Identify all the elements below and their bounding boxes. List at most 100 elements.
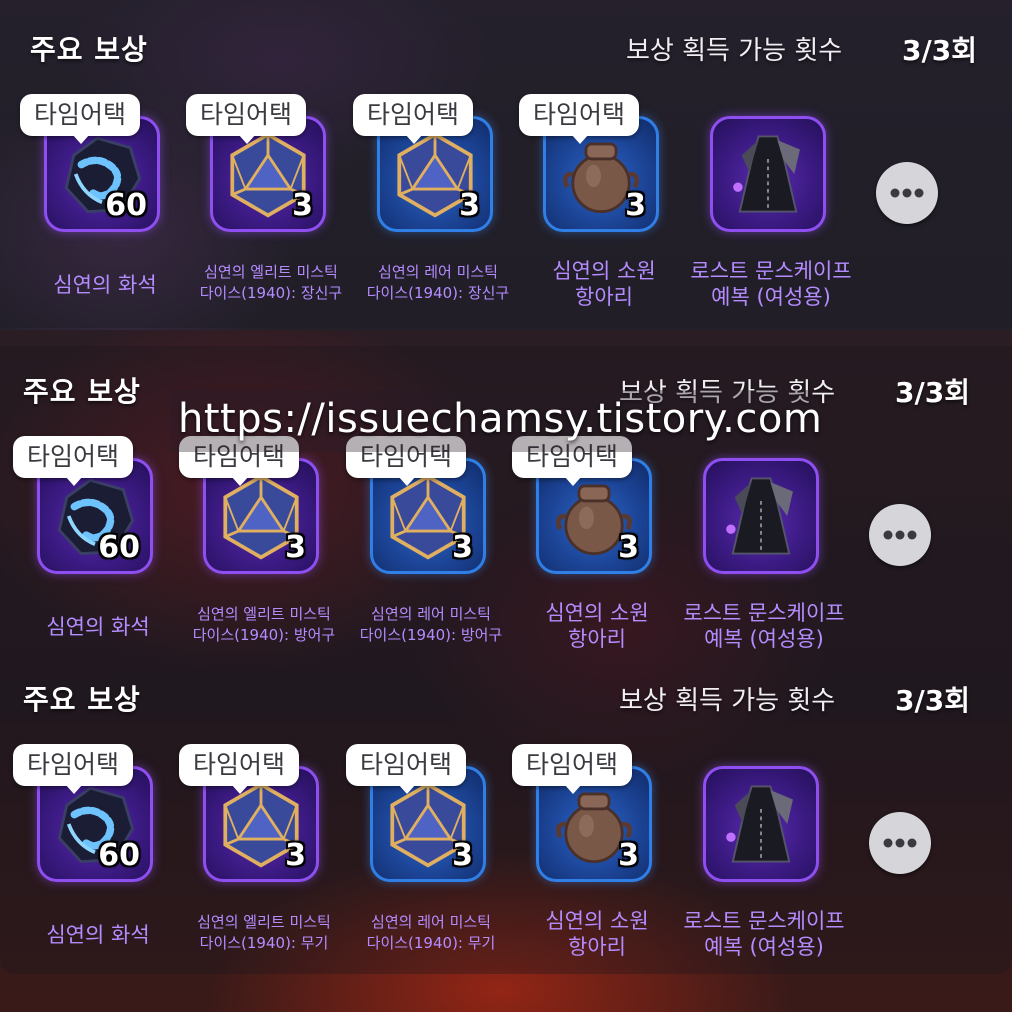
reward-name-line: 다이스(1940): 방어구: [192, 626, 336, 644]
reward-item[interactable]: 3 타임어택심연의 소원 항아리: [519, 94, 659, 309]
reward-quantity: 3: [285, 838, 306, 873]
reward-name-line: 항아리: [568, 627, 626, 651]
reward-name: 로스트 문스케이프 예복 (여성용): [686, 258, 856, 310]
reward-name-line: 심연의 화석: [46, 615, 150, 639]
reward-item[interactable]: 로스트 문스케이프 예복 (여성용): [679, 744, 845, 959]
time-attack-badge: 타임어택: [20, 94, 141, 136]
reward-item[interactable]: 60 타임어택심연의 화석: [20, 94, 160, 297]
reward-name-line: 다이스(1940): 장신구: [366, 284, 510, 302]
reward-name: 심연의 화석: [13, 614, 183, 640]
reward-name-line: 심연의 레어 미스틱: [371, 913, 491, 931]
reward-quantity: 3: [618, 530, 639, 565]
reward-quantity: 3: [292, 188, 313, 223]
reward-name-line: 예복 (여성용): [704, 627, 824, 651]
time-attack-badge: 타임어택: [519, 94, 640, 136]
badge-tail: [564, 784, 582, 794]
reward-name-line: 심연의 엘리트 미스틱: [204, 263, 338, 281]
badge-tail: [571, 134, 589, 144]
robe-icon: [726, 785, 793, 863]
reward-name-line: 심연의 소원: [545, 601, 649, 625]
badge-tail: [405, 134, 423, 144]
badge-tail: [72, 134, 90, 144]
more-rewards-button[interactable]: [869, 812, 931, 874]
reward-quantity: 3: [625, 188, 646, 223]
reward-item[interactable]: 3 타임어택 심연의 엘리트 미스틱 다이스(1940): 장신구: [186, 94, 342, 302]
reward-name-line: 예복 (여성용): [704, 935, 824, 959]
reward-item[interactable]: 3 타임어택 심연의 엘리트 미스틱 다이스(1940): 방어구: [179, 436, 335, 644]
reward-name-line: 예복 (여성용): [711, 285, 831, 309]
watermark-text: https://issuechamsy.tistory.com: [178, 396, 823, 442]
reward-name: 심연의 소원 항아리: [512, 908, 682, 960]
reward-icon-frame[interactable]: [703, 766, 819, 882]
reward-item[interactable]: 3 타임어택 심연의 레어 미스틱 다이스(1940): 방어구: [346, 436, 502, 644]
reward-item[interactable]: 로스트 문스케이프 예복 (여성용): [686, 94, 852, 309]
more-dots-icon: [883, 530, 917, 540]
reward-quantity: 60: [98, 530, 140, 565]
badge-tail: [564, 476, 582, 486]
reward-name: 로스트 문스케이프 예복 (여성용): [679, 908, 849, 960]
badge-tail: [65, 476, 83, 486]
reward-name-line: 심연의 소원: [552, 259, 656, 283]
more-dots-icon: [883, 838, 917, 848]
reward-item[interactable]: 60 타임어택심연의 화석: [13, 744, 153, 947]
reward-name: 심연의 레어 미스틱 다이스(1940): 방어구: [346, 604, 516, 646]
reward-quantity: 3: [285, 530, 306, 565]
badge-tail: [398, 476, 416, 486]
reward-quantity: 60: [105, 188, 147, 223]
badge-tail: [231, 476, 249, 486]
time-attack-badge: 타임어택: [13, 436, 134, 478]
badge-tail: [398, 784, 416, 794]
reward-name-line: 다이스(1940): 무기: [366, 934, 496, 952]
reward-name-line: 심연의 화석: [53, 273, 157, 297]
time-attack-badge: 타임어택: [13, 744, 134, 786]
reward-name-line: 로스트 문스케이프: [683, 601, 845, 625]
more-rewards-button[interactable]: [869, 504, 931, 566]
reward-name-line: 로스트 문스케이프: [690, 259, 852, 283]
time-attack-badge: 타임어택: [346, 744, 467, 786]
reward-item[interactable]: 3 타임어택 심연의 소원 항아리: [512, 744, 652, 959]
robe-icon: [726, 477, 793, 555]
reward-count-label: 보상 획득 가능 횟수: [626, 36, 843, 66]
reward-item[interactable]: 3 타임어택심연의 레어 미스틱다이스(1940): 장신구: [353, 94, 509, 302]
reward-name: 심연의 엘리트 미스틱다이스(1940): 방어구: [179, 604, 349, 646]
badge-tail: [65, 784, 83, 794]
reward-name-line: 심연의 엘리트 미스틱: [197, 605, 331, 623]
reward-quantity: 3: [452, 530, 473, 565]
reward-count-value: 3/3회: [902, 34, 977, 67]
reward-count-label: 보상 획득 가능 횟수: [619, 686, 836, 716]
reward-item[interactable]: 60 타임어택심연의 화석: [13, 436, 153, 639]
time-attack-badge: 타임어택: [353, 94, 474, 136]
reward-name-line: 심연의 엘리트 미스틱: [197, 913, 331, 931]
reward-section: 주요 보상 보상 획득 가능 횟수 3/3회 60 타임어택 심연의 화석 3 타임어택 심연의…: [0, 676, 1012, 976]
reward-name: 심연의 소원 항아리: [519, 258, 689, 310]
reward-name: 심연의 레어 미스틱다이스(1940): 무기: [346, 912, 516, 954]
reward-item[interactable]: 로스트 문스케이프 예복 (여성용): [679, 436, 845, 651]
reward-quantity: 3: [459, 188, 480, 223]
reward-icon-frame[interactable]: [703, 458, 819, 574]
reward-item[interactable]: 3 타임어택 심연의 소원 항아리: [512, 436, 652, 651]
time-attack-badge: 타임어택: [179, 744, 300, 786]
reward-name-line: 심연의 화석: [46, 923, 150, 947]
reward-name-line: 심연의 레어 미스틱: [378, 263, 498, 281]
reward-name: 심연의 엘리트 미스틱 다이스(1940): 무기: [179, 912, 349, 954]
reward-item[interactable]: 3 타임어택 심연의 엘리트 미스틱 다이스(1940): 무기: [179, 744, 331, 952]
more-rewards-button[interactable]: [876, 162, 938, 224]
badge-tail: [238, 134, 256, 144]
reward-name-line: 로스트 문스케이프: [683, 909, 845, 933]
reward-name-line: 항아리: [575, 285, 633, 309]
reward-quantity: 60: [98, 838, 140, 873]
reward-name-line: 심연의 소원: [545, 909, 649, 933]
reward-name-line: 항아리: [568, 935, 626, 959]
reward-icon-frame[interactable]: [710, 116, 826, 232]
reward-name: 심연의 레어 미스틱다이스(1940): 장신구: [353, 262, 523, 304]
reward-quantity: 3: [618, 838, 639, 873]
badge-tail: [231, 784, 249, 794]
reward-name-line: 심연의 레어 미스틱: [371, 605, 491, 623]
reward-quantity: 3: [452, 838, 473, 873]
reward-name: 심연의 화석: [20, 272, 190, 298]
reward-count-value: 3/3회: [895, 376, 970, 409]
reward-item[interactable]: 3 타임어택심연의 레어 미스틱다이스(1940): 무기: [346, 744, 495, 952]
time-attack-badge: 타임어택: [186, 94, 307, 136]
more-dots-icon: [890, 188, 924, 198]
robe-icon: [733, 135, 800, 213]
